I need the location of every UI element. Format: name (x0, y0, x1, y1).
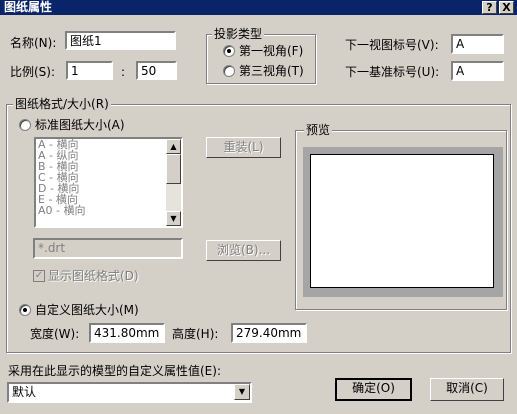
name-input[interactable]: 图纸1 (65, 31, 176, 50)
height-input[interactable]: 279.40mm (231, 323, 307, 343)
third-angle-radio[interactable] (223, 65, 235, 77)
list-scrollbar[interactable]: ▲ ▼ (166, 139, 181, 226)
cancel-button[interactable]: 取消(C) (430, 378, 504, 401)
next-view-input[interactable]: A (451, 34, 504, 54)
next-datum-input[interactable]: A (451, 61, 504, 81)
ok-button[interactable]: 确定(O) (335, 378, 412, 401)
standard-size-radio[interactable] (19, 119, 31, 131)
dialog-window: 图纸属性 ? X 名称(N): 图纸1 比例(S): 1 : 50 投影类型 第… (0, 0, 517, 414)
title-bar: 图纸属性 ? X (0, 0, 517, 15)
list-item[interactable]: A0 - 横向 (36, 205, 181, 216)
width-input[interactable]: 431.80mm (89, 323, 165, 343)
preview-area (303, 147, 503, 297)
next-datum-label: 下一基准标号(U): (345, 65, 440, 79)
third-angle-label[interactable]: 第三视角(T) (239, 63, 304, 79)
format-file-input[interactable]: *.drt (33, 238, 183, 259)
standard-size-label[interactable]: 标准图纸大小(A) (35, 117, 125, 133)
scale-separator: : (121, 65, 126, 79)
scroll-thumb[interactable] (166, 154, 181, 184)
chevron-down-icon[interactable]: ▼ (234, 384, 250, 400)
scroll-down-arrow-icon[interactable]: ▼ (166, 211, 181, 226)
projection-title: 投影类型 (212, 27, 265, 41)
preview-sheet (310, 154, 494, 288)
custom-property-value: 默认 (12, 385, 37, 399)
height-label: 高度(H): (172, 327, 219, 341)
preview-title: 预览 (304, 123, 333, 137)
scroll-up-arrow-icon[interactable]: ▲ (166, 139, 181, 154)
width-label: 宽度(W): (30, 327, 80, 341)
show-format-checkbox[interactable]: ✓ (33, 270, 45, 282)
first-angle-radio[interactable] (223, 45, 235, 57)
reload-button[interactable]: 重装(L) (206, 137, 281, 158)
browse-button[interactable]: 浏览(B)... (206, 240, 281, 261)
custom-property-label: 采用在此显示的模型的自定义属性值(E): (8, 364, 221, 378)
window-title: 图纸属性 (4, 0, 53, 14)
custom-size-radio[interactable] (19, 304, 31, 316)
sheet-format-title: 图纸格式/大小(R) (13, 97, 111, 111)
show-format-label[interactable]: 显示图纸格式(D) (48, 268, 139, 284)
first-angle-label[interactable]: 第一视角(F) (239, 43, 303, 59)
custom-size-label[interactable]: 自定义图纸大小(M) (35, 302, 139, 318)
standard-size-list[interactable]: A - 横向 A - 纵向 B - 横向 C - 横向 D - 横向 E - 横… (34, 137, 183, 228)
next-view-label: 下一视图标号(V): (345, 38, 439, 52)
help-button[interactable]: ? (482, 1, 497, 14)
name-label: 名称(N): (10, 36, 57, 50)
scale-label: 比例(S): (10, 65, 56, 79)
custom-property-select[interactable]: 默认 (7, 382, 252, 403)
scale-right-input[interactable]: 50 (136, 61, 177, 80)
close-button[interactable]: X (499, 1, 514, 14)
scale-left-input[interactable]: 1 (66, 61, 113, 80)
